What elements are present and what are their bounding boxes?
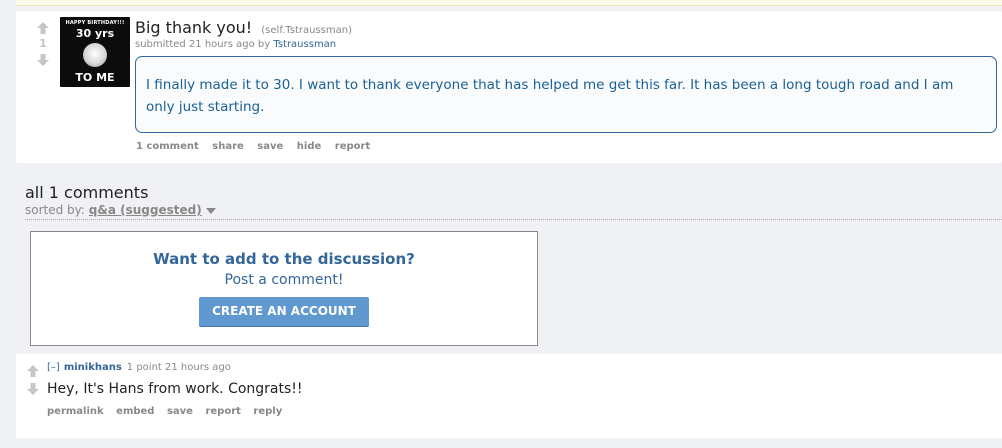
post-domain[interactable]: (self.Tstraussman) xyxy=(261,25,352,36)
comments-heading: all 1 comments xyxy=(25,183,149,202)
comment-body: Hey, It's Hans from work. Congrats!! xyxy=(47,381,303,397)
sort-bar: sorted by: q&a (suggested) xyxy=(25,203,1002,220)
post-action-buttons: 1 comment share save hide report xyxy=(136,141,380,152)
top-notice-strip xyxy=(16,0,1002,6)
hide-button[interactable]: hide xyxy=(297,141,322,152)
post-author-link[interactable]: Tstraussman xyxy=(273,39,336,50)
post-title[interactable]: Big thank you! xyxy=(135,18,252,37)
post-vote-controls: 1 xyxy=(34,21,52,67)
reply-button[interactable]: reply xyxy=(253,406,282,417)
forever-alone-face-icon xyxy=(83,43,107,67)
post-score: 1 xyxy=(39,37,47,50)
comment: [–] minikhans 1 point 21 hours ago Hey, It… xyxy=(16,354,1002,438)
post: 1 HAPPY BIRTHDAY!!! 30 yrs TO ME Big tha… xyxy=(16,11,1002,163)
dropdown-triangle-icon[interactable] xyxy=(205,207,216,214)
thumbnail-caption-age: 30 yrs xyxy=(75,27,115,40)
post-selftext-body: I finally made it to 30. I want to thank… xyxy=(146,77,954,115)
sort-dropdown[interactable]: q&a (suggested) xyxy=(89,203,202,217)
comment-meta: 1 point 21 hours ago xyxy=(126,362,231,373)
thumbnail-caption-bottom: TO ME xyxy=(75,71,115,84)
post-thumbnail[interactable]: HAPPY BIRTHDAY!!! 30 yrs TO ME xyxy=(60,17,130,87)
create-account-button[interactable]: CREATE AN ACCOUNT xyxy=(199,297,369,326)
downvote-arrow-icon[interactable] xyxy=(36,53,50,67)
comment-downvote-arrow-icon[interactable] xyxy=(26,382,40,396)
cta-heading: Want to add to the discussion? xyxy=(153,250,415,268)
comment-upvote-arrow-icon[interactable] xyxy=(26,364,40,378)
comment-report-button[interactable]: report xyxy=(205,406,240,417)
cta-subheading: Post a comment! xyxy=(224,272,344,288)
embed-button[interactable]: embed xyxy=(116,406,154,417)
comments-link[interactable]: 1 comment xyxy=(136,141,199,152)
comment-action-buttons: permalink embed save report reply xyxy=(47,406,291,417)
thumbnail-caption-top: HAPPY BIRTHDAY!!! xyxy=(65,20,125,26)
share-button[interactable]: share xyxy=(212,141,244,152)
post-title-row: Big thank you! (self.Tstraussman) xyxy=(135,18,352,37)
post-tagline: submitted 21 hours ago by Tstraussman xyxy=(135,39,336,50)
sort-label: sorted by: xyxy=(25,203,85,217)
permalink-button[interactable]: permalink xyxy=(47,406,104,417)
comment-vote-controls xyxy=(26,364,40,400)
save-button[interactable]: save xyxy=(257,141,283,152)
collapse-toggle[interactable]: [–] xyxy=(47,362,60,373)
comment-author-link[interactable]: minikhans xyxy=(64,362,122,373)
report-button[interactable]: report xyxy=(335,141,370,152)
comment-save-button[interactable]: save xyxy=(167,406,193,417)
post-selftext: I finally made it to 30. I want to thank… xyxy=(135,56,997,133)
comment-tagline: [–] minikhans 1 point 21 hours ago xyxy=(47,362,231,373)
upvote-arrow-icon[interactable] xyxy=(36,21,50,35)
post-submitted-text: submitted 21 hours ago by xyxy=(135,39,271,50)
add-discussion-panel: Want to add to the discussion? Post a co… xyxy=(30,231,538,346)
